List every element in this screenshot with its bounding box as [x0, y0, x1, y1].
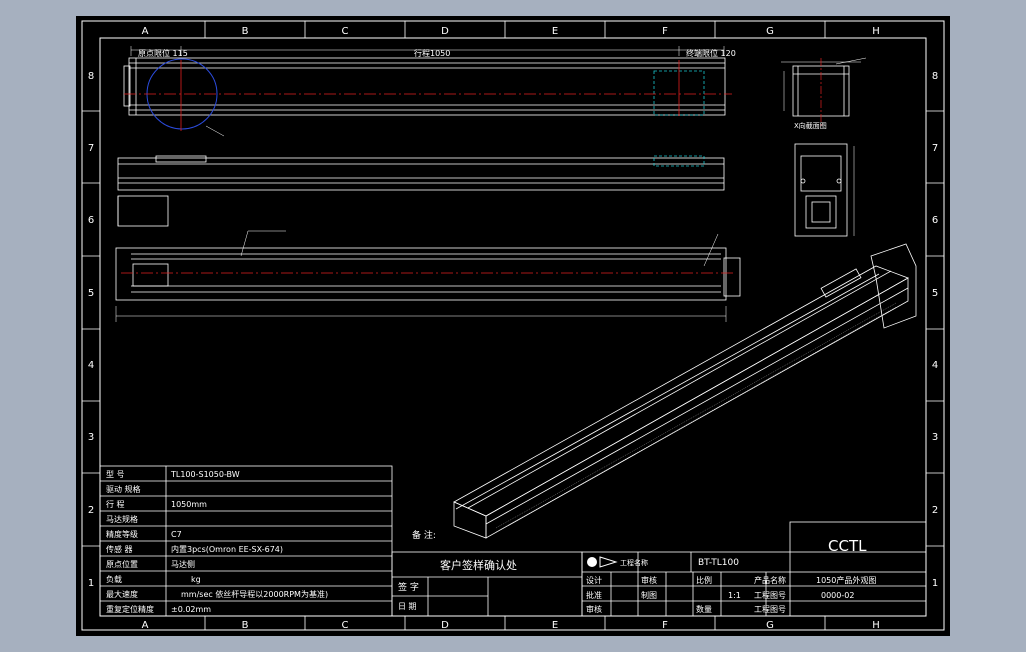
company-logo-icon: [587, 557, 597, 567]
cad-drawing: A B C D E F G H A B C D E F G H 8 7 6 5 …: [81, 20, 945, 631]
spec-value-load: kg: [191, 575, 201, 584]
tb-drawing: 制图: [641, 590, 657, 600]
tb-drawing-no-value: 0000-02: [821, 591, 854, 600]
side-view: [117, 155, 725, 227]
date-label: 日 期: [398, 602, 417, 611]
zone-col-bottom-6: F: [662, 620, 668, 631]
spec-label-drive: 驱动 规格: [106, 484, 141, 494]
tb-product-name-label: 产品名称: [754, 575, 786, 585]
zone-row-left-7: 7: [88, 143, 94, 154]
spec-label-sensor: 传感 器: [106, 544, 133, 554]
spec-label-load: 负载: [106, 574, 122, 584]
section-label: X向截面图: [794, 121, 827, 130]
tb-product-name-value: 1050产品外观图: [816, 575, 876, 585]
iso-view: [453, 243, 917, 539]
zone-row-left-5: 5: [88, 288, 94, 299]
zone-col-top-8: H: [872, 26, 880, 37]
confirm-title: 客户签样确认处: [440, 558, 517, 572]
spec-value-stroke: 1050mm: [171, 500, 207, 509]
dim-origin-limit: 原点限位 115: [138, 48, 188, 58]
zone-row-left-1: 1: [88, 578, 94, 589]
brand-name: CCTL: [828, 537, 867, 555]
spec-label-repeatability: 重复定位精度: [106, 604, 154, 614]
project-value: BT-TL100: [698, 558, 739, 568]
end-view: [794, 143, 855, 237]
title-block-grid: [581, 521, 927, 617]
tb-approve: 批准: [586, 590, 602, 600]
zone-col-bottom-5: E: [552, 620, 558, 631]
bottom-view: [115, 230, 741, 322]
zone-row-left-2: 2: [88, 505, 94, 516]
zone-col-bottom-8: H: [872, 620, 880, 631]
zone-row-left-4: 4: [88, 360, 94, 371]
zone-row-right-3: 3: [932, 432, 938, 443]
iso-rail-hatch: [495, 302, 897, 533]
spec-value-precision: C7: [171, 530, 182, 539]
zone-row-right-5: 5: [932, 288, 938, 299]
tb-design: 设计: [586, 575, 602, 585]
top-view: [123, 46, 726, 137]
spec-label-model: 型 号: [106, 470, 125, 479]
zone-col-bottom-1: A: [142, 620, 149, 631]
drawing-sheet: A B C D E F G H A B C D E F G H 8 7 6 5 …: [76, 16, 950, 636]
spec-label-speed: 最大速度: [106, 589, 138, 599]
spec-value-sensor: 内置3pcs(Omron EE-SX-674): [171, 544, 283, 554]
sign-label: 签 字: [398, 581, 419, 593]
tb-scale-value: 1:1: [728, 591, 741, 600]
zone-row-right-2: 2: [932, 505, 938, 516]
tb-check: 审核: [641, 575, 657, 585]
spec-label-motor: 马达规格: [106, 514, 138, 524]
zone-col-top-5: E: [552, 26, 558, 37]
spec-label-origin: 原点位置: [106, 559, 138, 569]
zone-col-bottom-4: D: [441, 620, 449, 631]
zone-col-top-6: F: [662, 26, 668, 37]
dim-end-limit: 终端限位 120: [686, 48, 736, 58]
project-label: 工程名称: [620, 558, 648, 567]
zone-row-right-8: 8: [932, 71, 938, 82]
tb-review: 审核: [586, 604, 602, 614]
spec-value-speed: mm/sec 依丝杆导程以2000RPM为基准): [181, 589, 328, 599]
zone-col-top-3: C: [342, 26, 349, 37]
zone-col-bottom-7: G: [766, 620, 774, 631]
zone-col-bottom-3: C: [342, 620, 349, 631]
tb-quantity-label: 数量: [696, 604, 712, 614]
zone-col-bottom-2: B: [242, 620, 249, 631]
zone-row-right-6: 6: [932, 215, 938, 226]
spec-value-origin: 马达侧: [171, 559, 195, 569]
zone-col-top-2: B: [242, 26, 249, 37]
dim-stroke: 行程1050: [414, 48, 450, 58]
spec-label-precision: 精度等级: [106, 529, 138, 539]
zone-row-right-4: 4: [932, 360, 938, 371]
notes-label: 备 注:: [412, 529, 436, 541]
tb-drawing-no-label: 工程图号: [754, 591, 786, 600]
zone-row-right-7: 7: [932, 143, 938, 154]
zone-col-top-7: G: [766, 26, 774, 37]
end-section-view: [781, 57, 867, 117]
zone-col-top-4: D: [441, 26, 449, 37]
zone-row-left-8: 8: [88, 71, 94, 82]
zone-row-right-1: 1: [932, 578, 938, 589]
tb-scale-label: 比例: [696, 575, 712, 585]
spec-value-repeatability: ±0.02mm: [171, 605, 211, 614]
spec-value-model: TL100-S1050-BW: [170, 470, 240, 479]
zone-row-left-3: 3: [88, 432, 94, 443]
spec-label-stroke: 行 程: [106, 499, 125, 509]
zone-col-top-1: A: [142, 26, 149, 37]
company-logo-arrow-icon: [599, 556, 618, 568]
zone-row-left-6: 6: [88, 215, 94, 226]
tb-sheet-label: 工程图号: [754, 605, 786, 614]
